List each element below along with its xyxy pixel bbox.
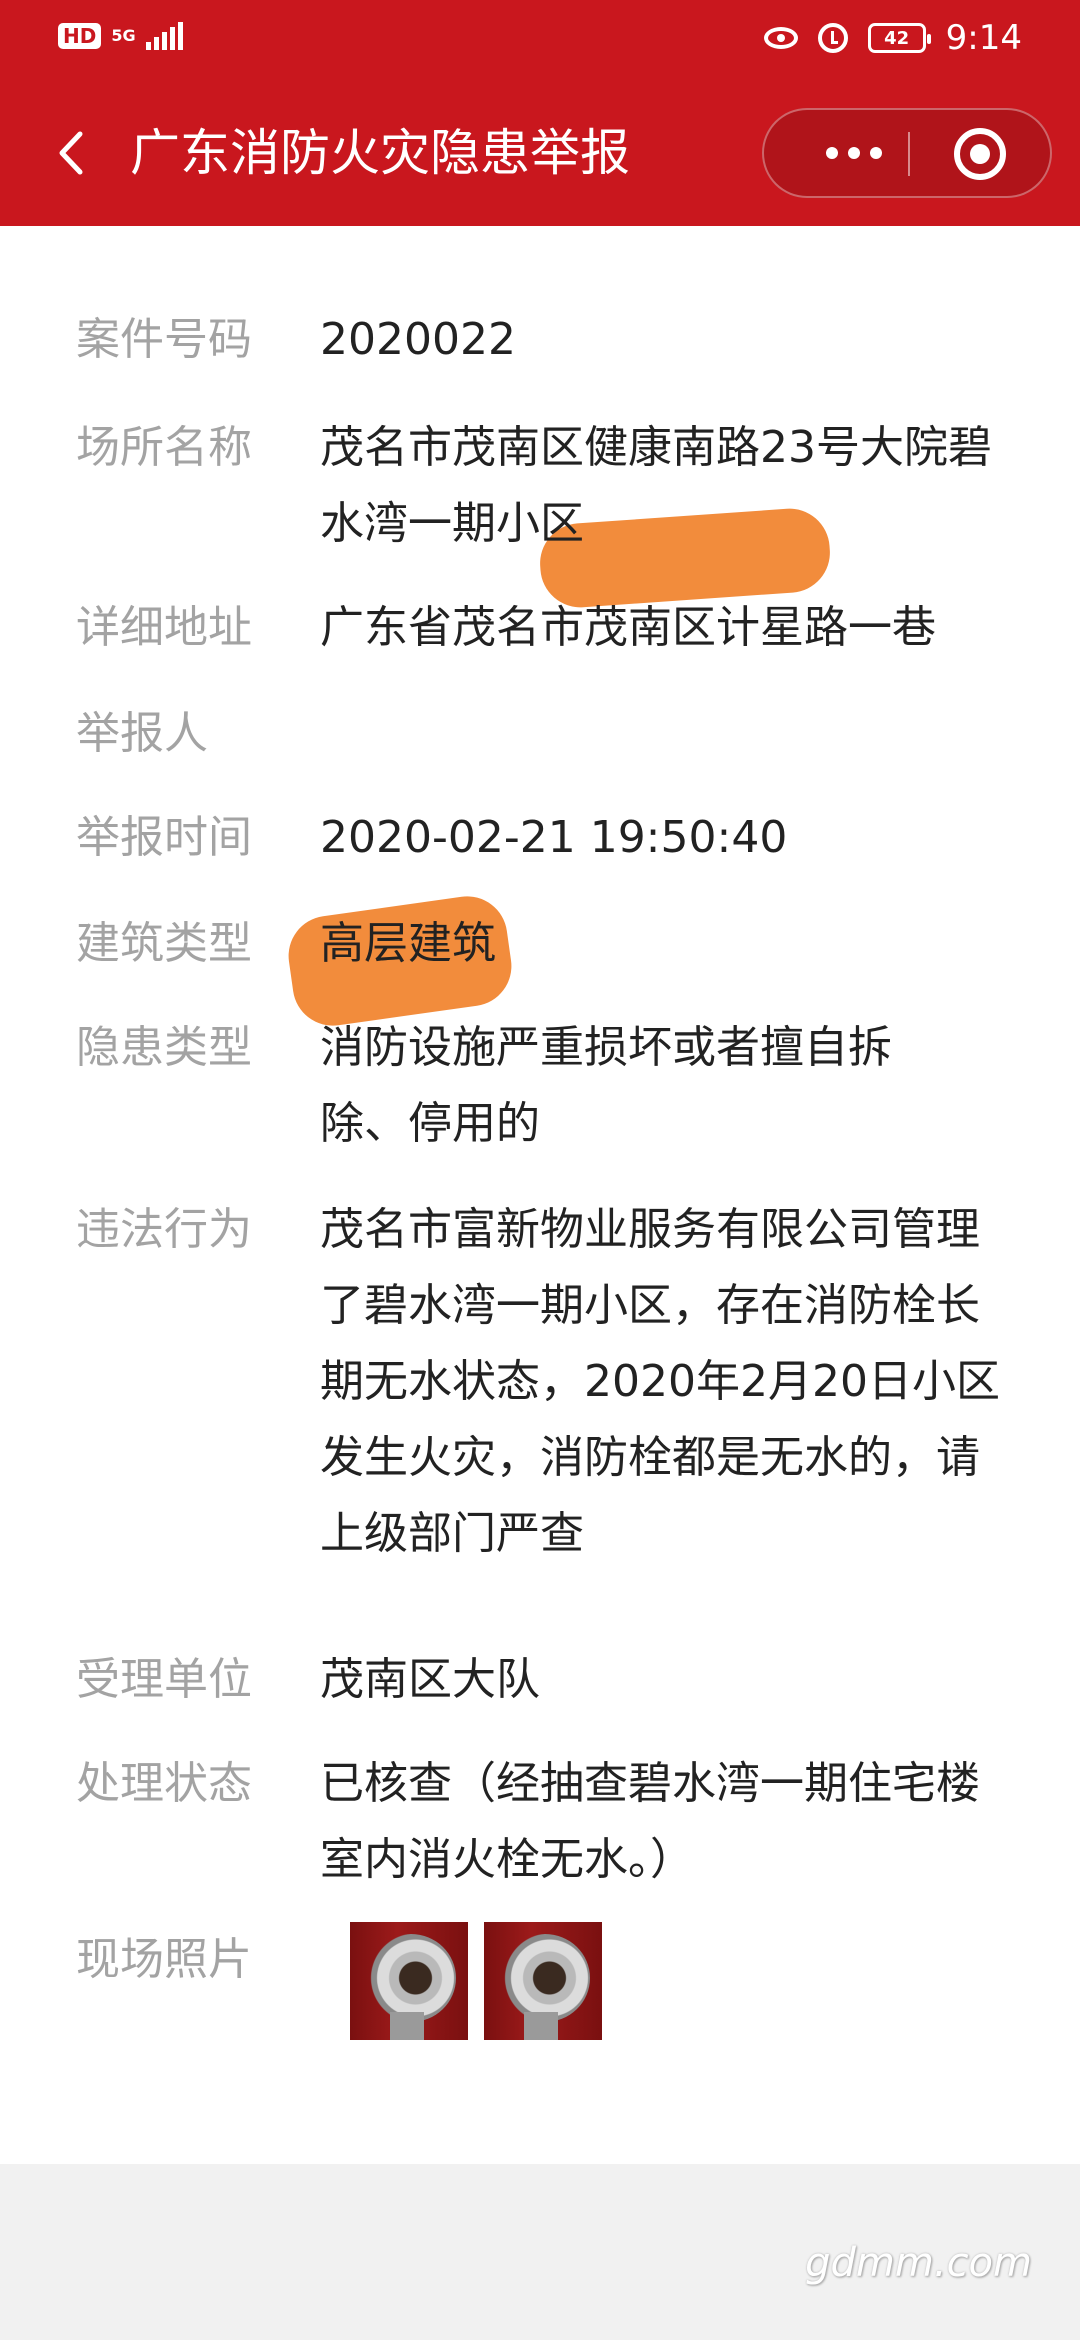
eye-icon — [763, 27, 798, 49]
app-header: HD 5G 42 9:14 广东消防火灾隐患举报 — [0, 0, 1080, 226]
watermark: gdmm.com — [805, 2240, 1032, 2286]
status-right: 42 9:14 — [763, 18, 1022, 58]
alarm-icon — [817, 23, 848, 53]
field-label: 建筑类型 — [76, 918, 252, 969]
more-icon[interactable] — [804, 110, 904, 196]
field-label: 举报人 — [76, 708, 208, 759]
hydrant-photo[interactable] — [350, 1922, 468, 2040]
signal-icon — [145, 22, 183, 50]
photo-gallery — [350, 1922, 602, 2040]
field-label: 场所名称 — [76, 422, 252, 473]
close-mini-program-icon[interactable] — [954, 128, 1006, 180]
field-value: 茂南区大队 — [320, 1654, 540, 1705]
field-label: 违法行为 — [76, 1204, 252, 1255]
clock: 9:14 — [945, 18, 1022, 58]
field-value: 2020-02-21 19:50:40 — [320, 812, 788, 863]
field-value: 2020022 — [320, 314, 516, 365]
back-icon[interactable] — [48, 128, 98, 178]
hydrant-photo[interactable] — [484, 1922, 602, 2040]
field-label: 详细地址 — [76, 602, 252, 653]
field-label: 处理状态 — [76, 1758, 252, 1809]
hd-badge: HD — [58, 23, 102, 49]
network-label: 5G — [111, 26, 136, 45]
mini-program-capsule — [762, 108, 1052, 198]
status-bar: HD 5G 42 9:14 — [0, 0, 1080, 80]
status-left: HD 5G — [58, 22, 183, 50]
page-title: 广东消防火灾隐患举报 — [130, 124, 630, 182]
field-value: 茂名市茂南区健康南路23号大院碧水湾一期小区 — [320, 422, 992, 549]
field-value: 高层建筑 — [320, 918, 496, 969]
field-value: 消防设施严重损坏或者擅自拆除、停用的 — [320, 1022, 892, 1149]
field-value: 已核查（经抽查碧水湾一期住宅楼室内消火栓无水。） — [320, 1758, 980, 1885]
field-value: 茂名市富新物业服务有限公司管理了碧水湾一期小区，存在消防栓长期无水状态，2020… — [320, 1204, 1000, 1559]
field-label: 受理单位 — [76, 1654, 252, 1705]
field-label: 举报时间 — [76, 812, 252, 863]
nav-bar: 广东消防火灾隐患举报 — [0, 98, 1080, 208]
field-label: 案件号码 — [76, 314, 252, 365]
field-label: 隐患类型 — [76, 1022, 252, 1073]
capsule-divider — [908, 132, 910, 176]
field-label: 现场照片 — [76, 1934, 252, 1985]
battery-icon: 42 — [867, 23, 931, 53]
field-value: 广东省茂名市茂南区计星路一巷 — [320, 602, 936, 653]
